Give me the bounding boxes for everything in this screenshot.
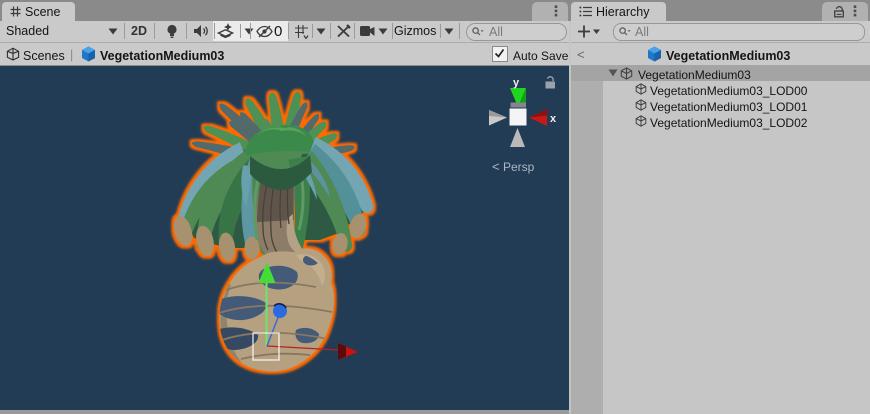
svg-text:y: y xyxy=(513,77,520,89)
svg-text:x: x xyxy=(550,113,557,125)
svg-text:<: < xyxy=(492,159,500,174)
svg-text:Persp: Persp xyxy=(503,160,535,174)
